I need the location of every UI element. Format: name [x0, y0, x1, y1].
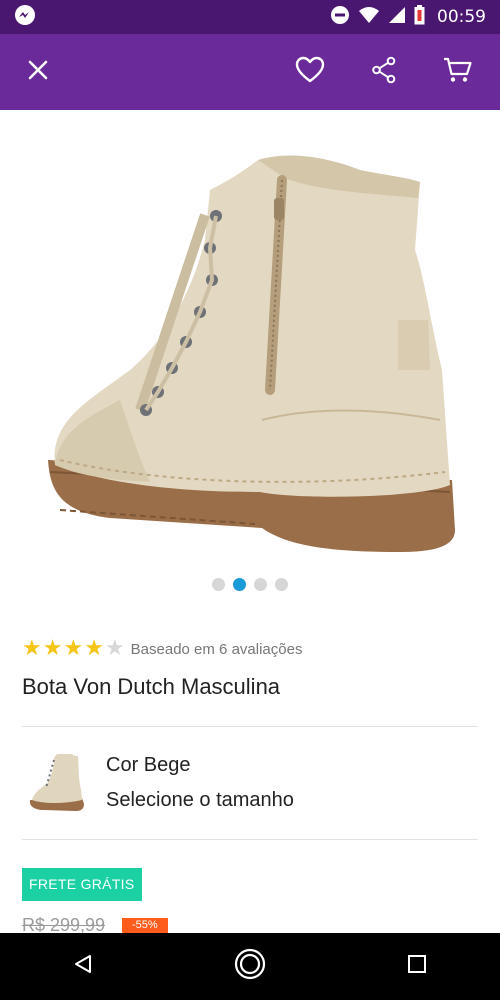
- app-bar: [0, 34, 500, 110]
- battery-low-icon: [414, 4, 425, 30]
- discount-badge: -55%: [122, 918, 168, 933]
- wifi-icon: [358, 6, 380, 29]
- share-button[interactable]: [362, 50, 406, 94]
- home-icon: [233, 947, 267, 986]
- variant-thumbnail[interactable]: [24, 748, 88, 816]
- messenger-icon: [14, 4, 36, 31]
- do-not-disturb-icon: [330, 5, 350, 30]
- product-image[interactable]: [0, 120, 500, 570]
- carousel-dot[interactable]: [275, 578, 288, 591]
- star-empty-icon: ★: [104, 636, 125, 661]
- divider: [22, 726, 478, 727]
- carousel-dot[interactable]: [254, 578, 267, 591]
- recents-button[interactable]: [387, 937, 447, 997]
- divider: [22, 839, 478, 840]
- star-filled-icon: ★: [42, 636, 63, 661]
- cart-icon: [443, 56, 473, 89]
- rating-row[interactable]: ★ ★ ★ ★ ★ Baseado em 6 avaliações: [22, 638, 302, 660]
- share-icon: [371, 56, 397, 89]
- star-filled-icon: ★: [63, 636, 84, 661]
- status-bar: 00:59: [0, 0, 500, 34]
- size-selector[interactable]: Selecione o tamanho: [106, 789, 294, 812]
- variant-color: Cor Bege: [106, 754, 191, 776]
- close-button[interactable]: [16, 50, 60, 94]
- image-carousel-indicator: [0, 578, 500, 591]
- signal-icon: [388, 6, 406, 29]
- cart-button[interactable]: [436, 50, 480, 94]
- rating-summary: Baseado em 6 avaliações: [130, 640, 303, 658]
- back-button[interactable]: [53, 937, 113, 997]
- rating-stars: ★ ★ ★ ★ ★: [22, 638, 125, 660]
- recents-icon: [407, 954, 427, 979]
- carousel-dot[interactable]: [212, 578, 225, 591]
- system-nav-bar: [0, 933, 500, 1000]
- product-title: Bota Von Dutch Masculina: [22, 674, 281, 699]
- favorite-icon: [295, 56, 325, 89]
- status-time: 00:59: [437, 7, 486, 27]
- home-button[interactable]: [220, 937, 280, 997]
- close-icon: [27, 59, 49, 86]
- carousel-dot-active[interactable]: [233, 578, 246, 591]
- star-filled-icon: ★: [22, 636, 42, 661]
- free-shipping-badge: FRETE GRÁTIS: [22, 868, 142, 901]
- star-filled-icon: ★: [84, 636, 104, 661]
- favorite-button[interactable]: [288, 50, 332, 94]
- back-icon: [72, 953, 94, 980]
